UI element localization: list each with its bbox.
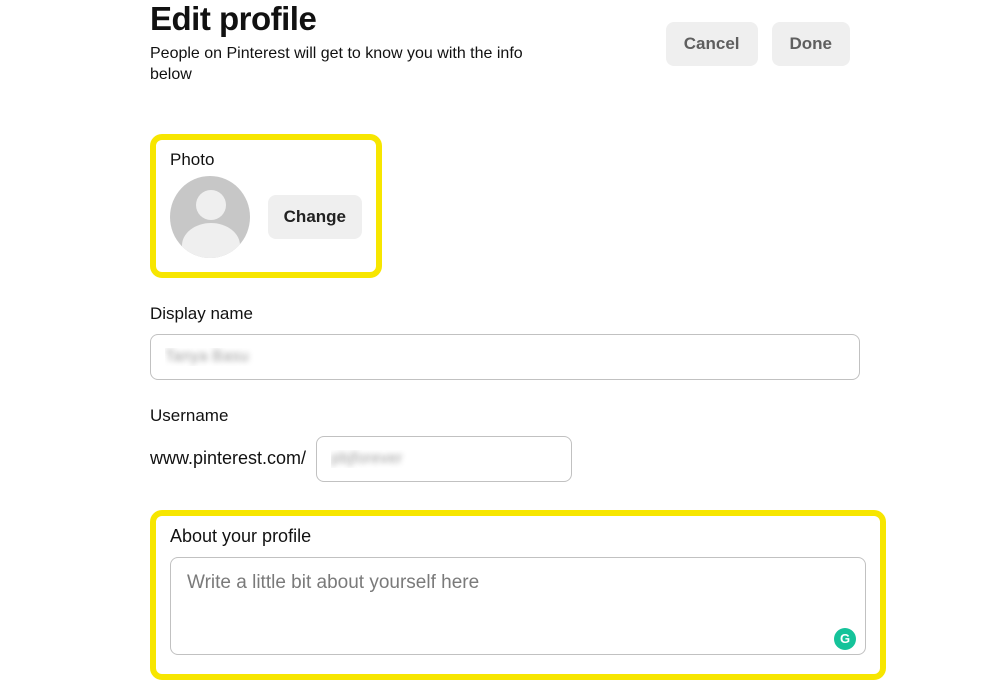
page-subtitle: People on Pinterest will get to know you… [150, 44, 550, 86]
username-input[interactable] [316, 436, 572, 482]
about-section: About your profile G [150, 510, 886, 680]
change-photo-button[interactable]: Change [268, 195, 362, 239]
username-label: Username [150, 406, 1000, 426]
photo-label: Photo [170, 150, 362, 170]
username-url-prefix: www.pinterest.com/ [150, 448, 306, 469]
about-textarea[interactable] [170, 557, 866, 655]
display-name-label: Display name [150, 304, 1000, 324]
avatar-placeholder-icon [170, 176, 250, 258]
about-label: About your profile [170, 526, 866, 547]
photo-section: Photo Change [150, 134, 382, 278]
cancel-button[interactable]: Cancel [666, 22, 758, 66]
display-name-input[interactable] [150, 334, 860, 380]
page-title: Edit profile [150, 0, 550, 38]
done-button[interactable]: Done [772, 22, 851, 66]
display-name-section: Display name [150, 304, 1000, 380]
grammarly-icon[interactable]: G [834, 628, 856, 650]
username-section: Username www.pinterest.com/ [150, 406, 1000, 482]
